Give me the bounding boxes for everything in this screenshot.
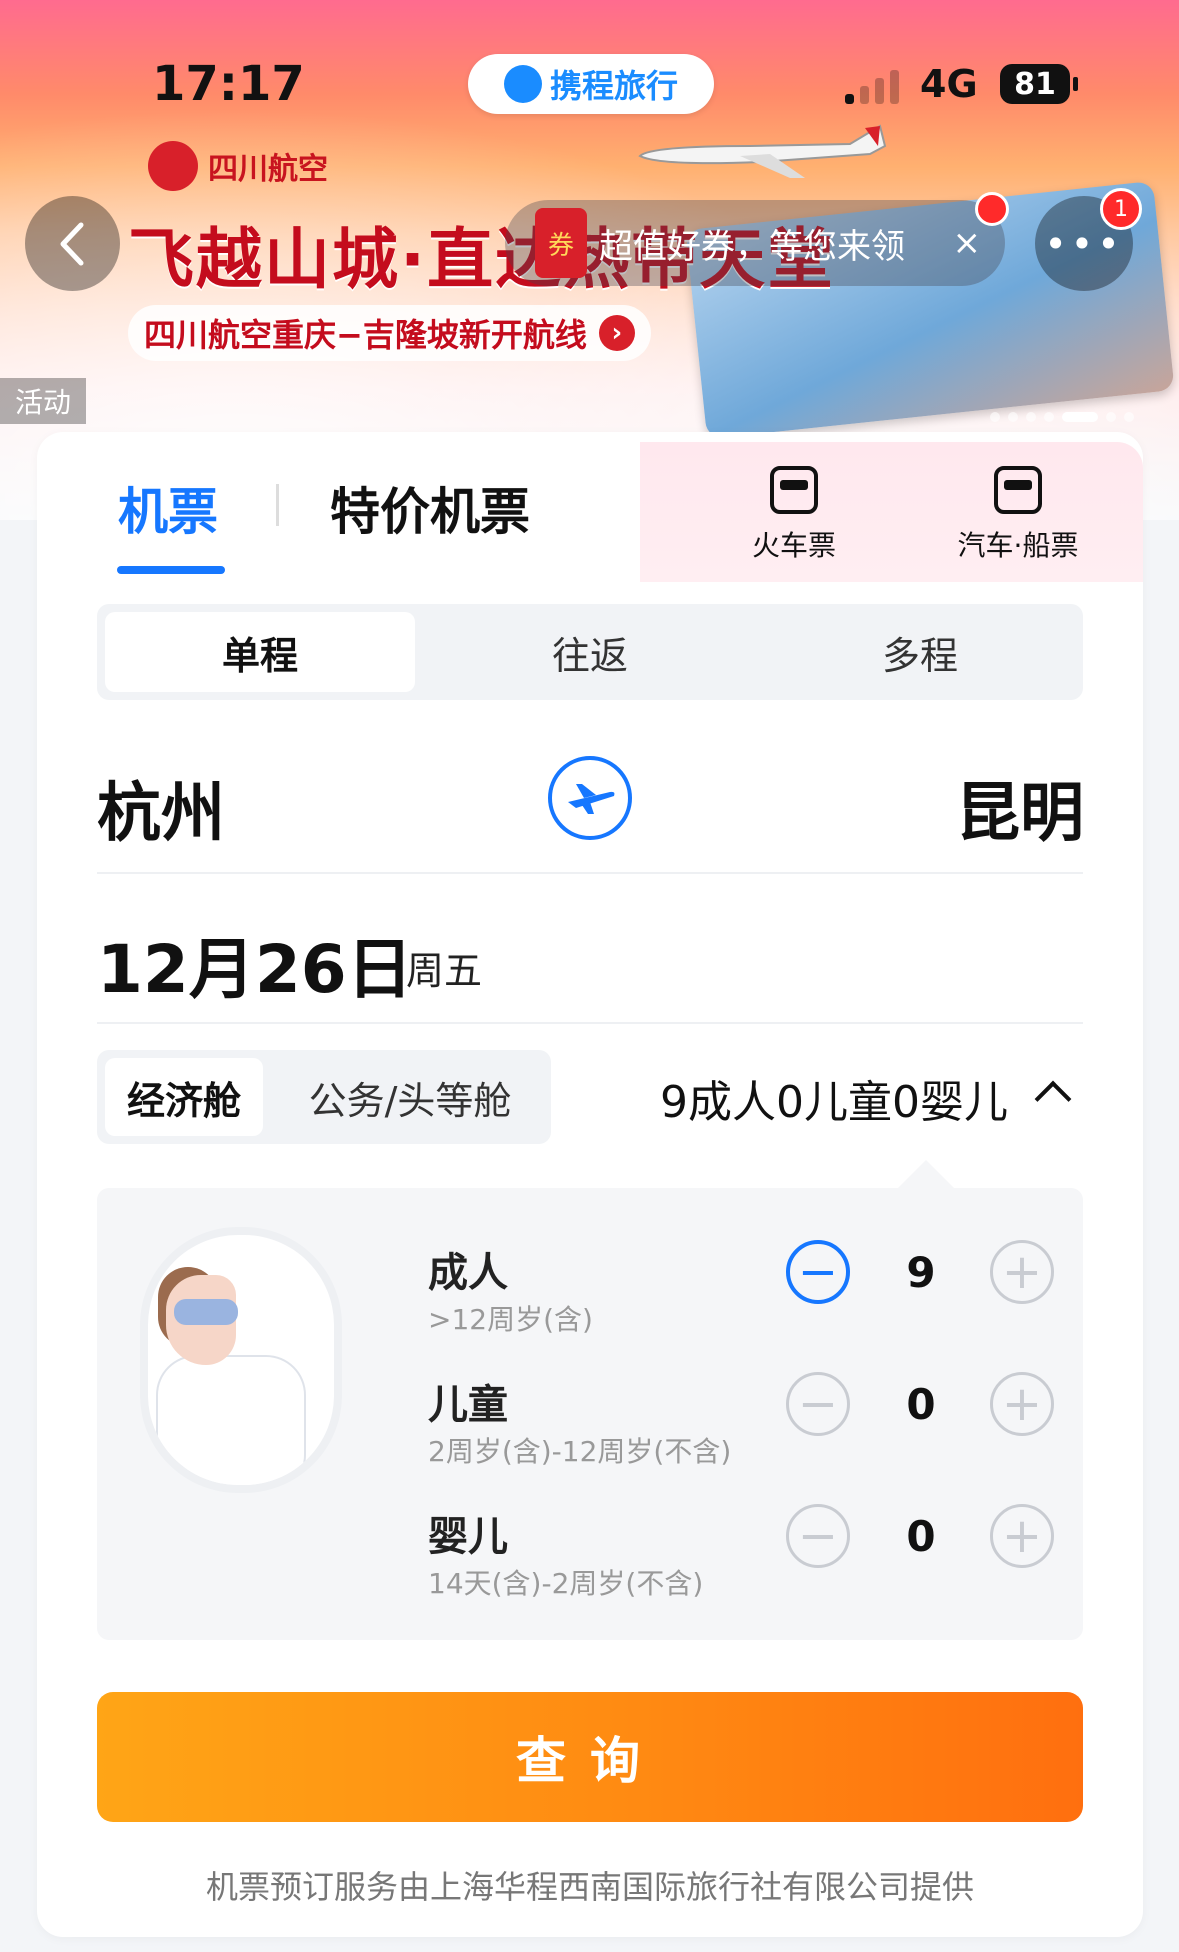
train-icon [770,466,818,514]
infant-minus-button[interactable]: − [786,1504,850,1568]
signal-icon [845,66,905,104]
divider [97,1022,1083,1024]
coupon-icon: 券 [535,208,587,278]
tab-divider [276,484,279,526]
battery-icon: 81 [1000,64,1078,104]
tab-flight[interactable]: 机票 [118,472,218,544]
trip-one-way[interactable]: 单程 [105,612,415,692]
adult-age-range: >12周岁(含) [428,1303,593,1336]
notification-dot [975,192,1009,226]
bus-icon [994,466,1042,514]
cabin-business-first[interactable]: 公务/头等舱 [280,1058,540,1136]
airplane-swap-icon [568,784,615,814]
child-plus-button[interactable]: + [990,1372,1054,1436]
adult-count: 9 [906,1248,936,1297]
ctrip-logo-icon [503,65,542,103]
coupon-pill[interactable]: 券 超值好券，等您来领 × [505,200,1005,286]
service-provider-note: 机票预订服务由上海华程西南国际旅行社有限公司提供 [205,1868,974,1906]
adult-label: 成人 [428,1250,508,1296]
child-label: 儿童 [428,1382,508,1428]
divider [97,872,1083,874]
coupon-text: 超值好券，等您来领 [599,226,905,267]
banner-subline-text: 四川航空重庆−吉隆坡新开航线 [144,316,587,354]
tab-train[interactable]: 火车票 [714,466,874,564]
arrival-city[interactable]: 昆明 [956,762,1084,854]
network-type: 4G [920,62,978,106]
departure-date[interactable]: 12月26日 [97,916,413,1012]
child-minus-button[interactable]: − [786,1372,850,1436]
app-name-pill: 携程旅行 [468,54,714,114]
close-icon[interactable]: × [953,223,982,263]
swap-cities-button[interactable] [548,756,632,840]
panel-pointer [898,1160,954,1188]
tab-active-indicator [117,566,225,574]
traveler-illustration [148,1235,334,1485]
infant-label: 婴儿 [428,1514,508,1560]
trip-multi-city[interactable]: 多程 [765,612,1075,692]
tab-bus-ship-label: 汽车·船票 [957,529,1079,562]
back-button[interactable] [25,196,120,291]
passenger-summary[interactable]: 9成人0儿童0婴儿 [660,1066,1008,1130]
chevron-right-icon: › [598,315,635,351]
tab-train-label: 火车票 [751,529,836,562]
airplane-image [638,124,887,178]
adult-plus-button[interactable]: + [990,1240,1054,1304]
banner-subline-link[interactable]: 四川航空重庆−吉隆坡新开航线 › [128,305,651,361]
infant-count: 0 [906,1512,936,1561]
airline-logo: 四川航空 [148,136,348,196]
status-time: 17:17 [152,56,305,112]
adult-minus-button[interactable]: − [786,1240,850,1304]
activity-tag: 活动 [0,378,86,424]
tab-bus-ship[interactable]: 汽车·船票 [938,466,1098,564]
tab-special-flight[interactable]: 特价机票 [330,472,530,544]
carousel-indicator [990,412,1134,422]
infant-plus-button[interactable]: + [990,1504,1054,1568]
infant-age-range: 14天(含)-2周岁(不含) [428,1567,704,1600]
sichuan-airlines-logo-icon [148,141,198,191]
airline-name: 四川航空 [208,152,328,187]
departure-city[interactable]: 杭州 [97,762,225,854]
more-badge: 1 [1100,188,1142,230]
app-name: 携程旅行 [549,67,678,105]
search-button[interactable]: 查询 [97,1692,1083,1822]
cabin-economy[interactable]: 经济舱 [105,1058,263,1136]
child-age-range: 2周岁(含)-12周岁(不含) [428,1435,732,1468]
departure-weekday: 周五 [406,949,483,993]
trip-round-trip[interactable]: 往返 [435,612,745,692]
child-count: 0 [906,1380,936,1429]
chevron-left-icon [60,222,83,265]
